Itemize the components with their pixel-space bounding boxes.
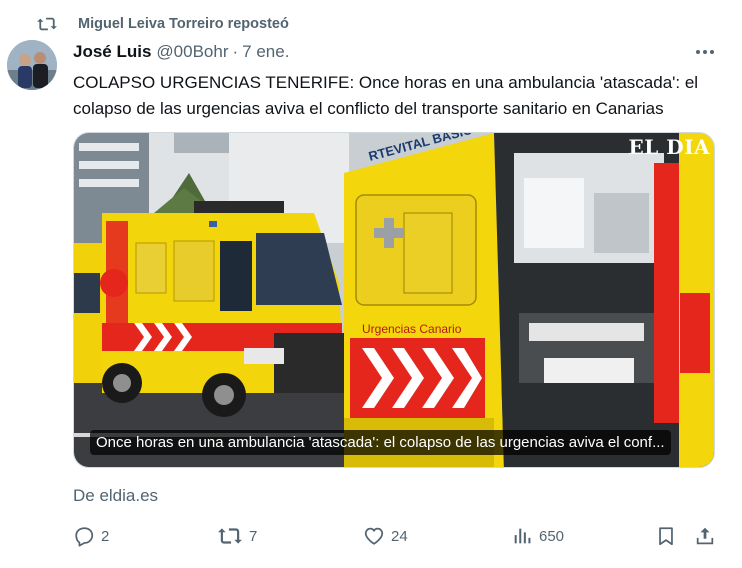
repost-label[interactable]: Miguel Leiva Torreiro reposteó <box>78 16 289 32</box>
reply-icon <box>73 525 95 547</box>
repost-action-icon <box>217 525 243 547</box>
watermark: EL DIA <box>628 135 710 159</box>
more-options-icon[interactable] <box>694 45 716 59</box>
ambulance-photo: Urgencias Canario RTEVITAL BASICO <box>74 133 714 467</box>
views-icon <box>511 525 533 547</box>
card-caption: Once horas en una ambulancia 'atascada':… <box>90 430 671 455</box>
author-handle[interactable]: @00Bohr <box>156 42 228 62</box>
repost-icon <box>36 15 58 38</box>
reply-count: 2 <box>101 527 110 545</box>
like-count: 24 <box>391 527 408 545</box>
tweet-text: COLAPSO URGENCIAS TENERIFE: Once horas e… <box>73 73 699 118</box>
tweet-actions: 2 7 24 650 <box>73 525 723 551</box>
bookmark-button[interactable] <box>655 525 677 547</box>
author-name[interactable]: José Luis <box>73 42 151 62</box>
ambulance-side-text: Urgencias Canario <box>362 322 462 336</box>
tweet-date[interactable]: 7 ene. <box>242 42 289 62</box>
reply-button[interactable]: 2 <box>73 525 109 547</box>
bookmark-icon <box>655 525 677 547</box>
separator-dot: · <box>232 42 239 61</box>
views-count: 650 <box>539 527 565 545</box>
heart-icon <box>363 525 385 547</box>
avatar[interactable] <box>7 40 57 90</box>
repost-count: 7 <box>249 527 258 545</box>
views-button[interactable]: 650 <box>511 525 564 547</box>
share-button[interactable] <box>694 525 716 547</box>
link-card-media[interactable]: Urgencias Canario RTEVITAL BASICO EL DIA… <box>73 132 715 468</box>
card-source[interactable]: De eldia.es <box>73 486 158 506</box>
share-icon <box>694 525 716 547</box>
like-button[interactable]: 24 <box>363 525 408 547</box>
tweet-header: José Luis @00Bohr · 7 ene. <box>73 42 289 62</box>
repost-button[interactable]: 7 <box>217 525 257 547</box>
